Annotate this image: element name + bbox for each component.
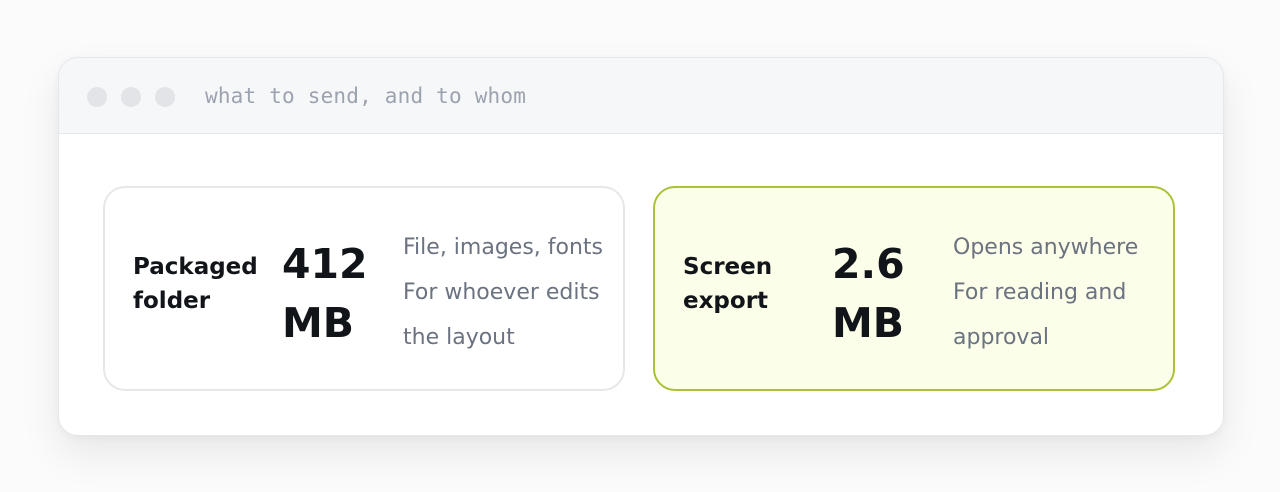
window-title: what to send, and to whom — [205, 84, 527, 108]
option-notes: Opens anywhere For reading and approval — [953, 225, 1158, 360]
option-note-contents: File, images, fonts — [403, 235, 604, 260]
option-note-audience: For whoever edits the layout — [403, 280, 600, 350]
window-titlebar: what to send, and to whom — [59, 58, 1223, 134]
app-window: what to send, and to whom Packaged folde… — [58, 57, 1224, 436]
maximize-window-dot-icon[interactable] — [155, 87, 175, 107]
option-file-size: 412 MB — [282, 240, 368, 347]
minimize-window-dot-icon[interactable] — [121, 87, 141, 107]
option-label: Packaged folder — [133, 254, 258, 314]
option-label: Screen export — [683, 254, 773, 314]
option-file-size: 2.6 MB — [832, 240, 905, 347]
close-window-dot-icon[interactable] — [87, 87, 107, 107]
option-note-audience: For reading and approval — [953, 280, 1127, 350]
option-card-screen-export[interactable]: Screen export 2.6 MB Opens anywhere For … — [653, 186, 1175, 391]
option-notes: File, images, fonts For whoever edits th… — [403, 225, 608, 360]
option-card-packaged-folder[interactable]: Packaged folder 412 MB File, images, fon… — [103, 186, 625, 391]
option-note-contents: Opens anywhere — [953, 235, 1139, 260]
